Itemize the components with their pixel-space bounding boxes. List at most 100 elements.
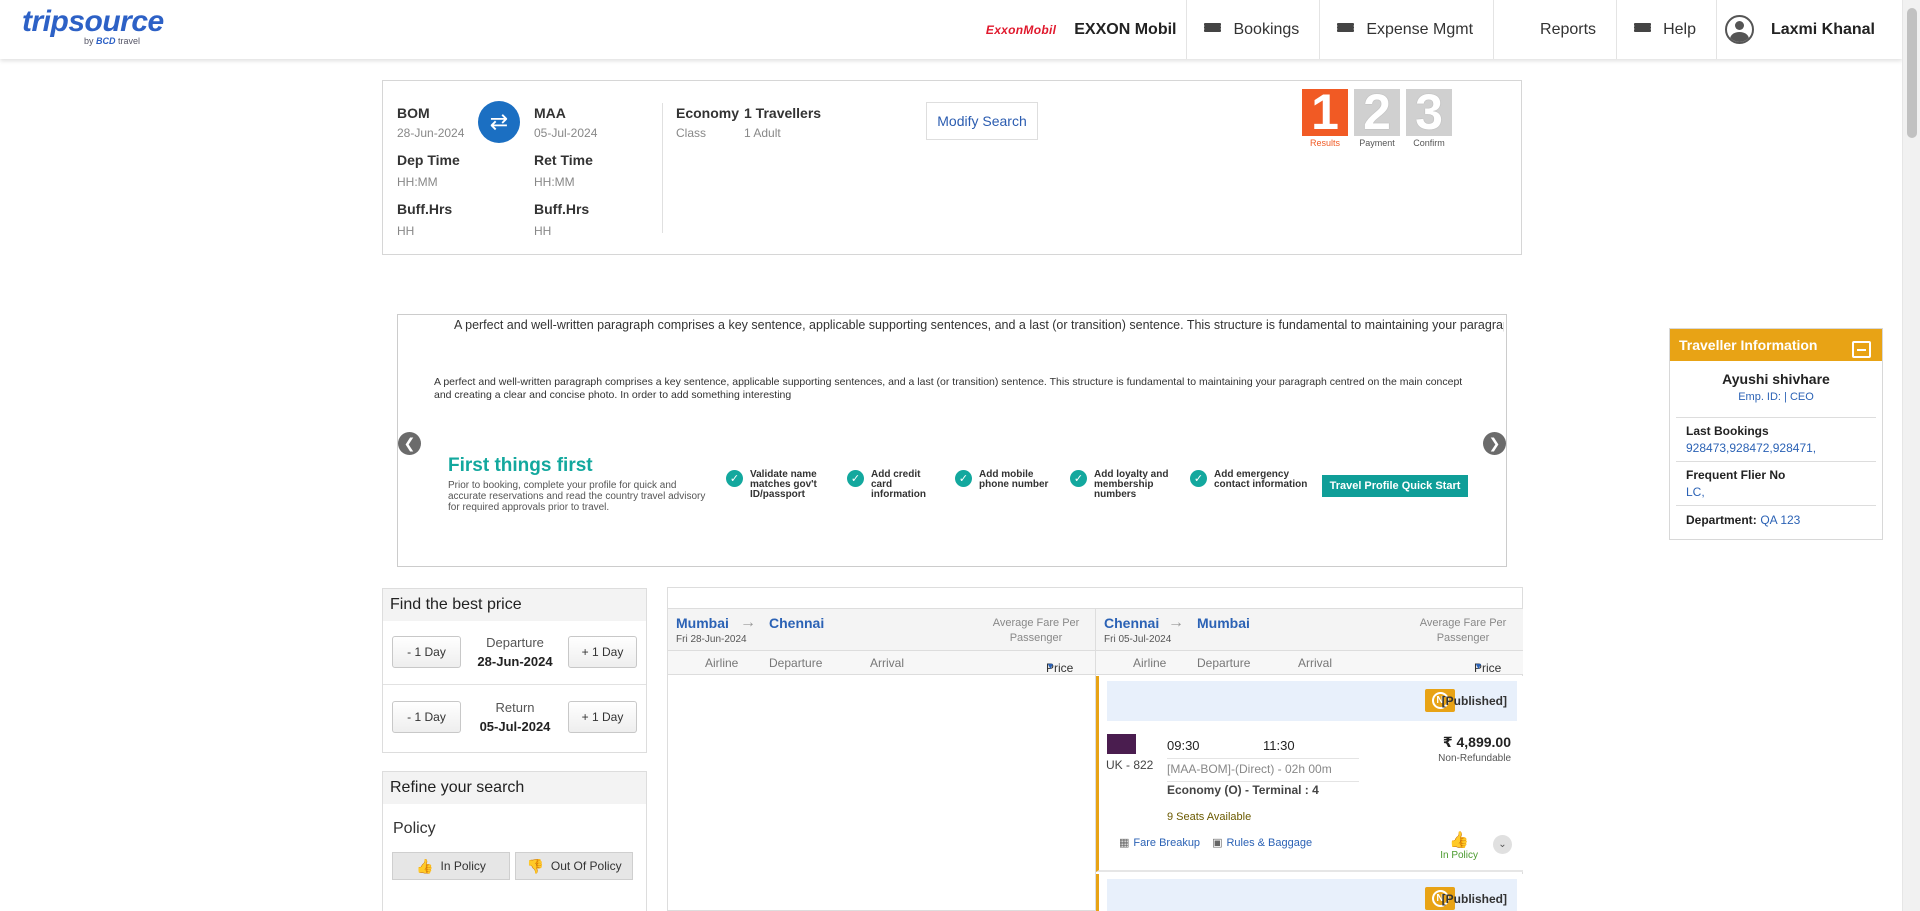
logo-wordmark: tripsource bbox=[22, 5, 164, 38]
sort-airline[interactable]: Airline bbox=[1133, 656, 1166, 670]
sort-departure[interactable]: Departure bbox=[1197, 656, 1250, 670]
refine-search-box: Refine your search Policy 👍 In Policy 👎 Ou… bbox=[382, 771, 647, 911]
flight-results: Mumbai → Chennai Fri 28-Jun-2024 Average… bbox=[667, 587, 1523, 911]
inbound-avg-fare-label: Average Fare Per Passenger bbox=[1419, 617, 1507, 644]
dep-time-value[interactable]: HH:MM bbox=[397, 175, 464, 189]
origin-date: 28-Jun-2024 bbox=[397, 126, 465, 140]
rules-baggage-link[interactable]: ▣ Rules & Baggage bbox=[1212, 836, 1312, 849]
department-row: Department: QA 123 bbox=[1676, 505, 1876, 533]
sort-arrival[interactable]: Arrival bbox=[870, 656, 904, 670]
collapse-icon[interactable] bbox=[1852, 341, 1871, 358]
company-name: EXXON Mobil bbox=[1074, 20, 1177, 38]
departure-plus-day-button[interactable]: + 1 Day bbox=[568, 636, 637, 668]
flight-number: UK - 822 bbox=[1106, 758, 1154, 772]
travel-profile-quick-start-button[interactable]: Travel Profile Quick Start bbox=[1322, 475, 1468, 497]
return-date: 05-Jul-2024 bbox=[479, 719, 551, 734]
thumbs-up-icon: 👍 bbox=[1449, 832, 1470, 849]
ret-time-value[interactable]: HH:MM bbox=[534, 175, 597, 189]
summary-divider bbox=[662, 103, 663, 233]
sort-arrival[interactable]: Arrival bbox=[1298, 656, 1332, 670]
step-payment: 2 Payment bbox=[1354, 87, 1400, 148]
card-links: ▦ Fare Breakup ▣ Rules & Baggage bbox=[1119, 836, 1312, 849]
bar-chart-icon bbox=[1511, 22, 1528, 37]
nav-bookings[interactable]: Bookings bbox=[1187, 0, 1321, 59]
return-shift-row: - 1 Day Return 05-Jul-2024 + 1 Day bbox=[383, 686, 646, 750]
expand-details-button[interactable]: ⌄ bbox=[1493, 835, 1512, 854]
ret-time-label: Ret Time bbox=[534, 152, 593, 168]
destination-date: 05-Jul-2024 bbox=[534, 126, 598, 140]
nav-help-label: Help bbox=[1663, 20, 1696, 38]
nav-reports[interactable]: Reports bbox=[1494, 0, 1618, 59]
top-header: tripsource by BCD travel ExxonMobil EXXO… bbox=[0, 0, 1902, 59]
return-center: Return 05-Jul-2024 bbox=[468, 700, 562, 734]
best-price-title: Find the best price bbox=[383, 589, 646, 621]
route-duration: [MAA-BOM]-(Direct) - 02h 00m bbox=[1167, 758, 1359, 782]
page-scrollbar[interactable] bbox=[1902, 0, 1920, 911]
modify-search-button[interactable]: Modify Search bbox=[926, 102, 1038, 140]
flight-card[interactable]: N [Published] bbox=[1096, 874, 1523, 911]
frequent-flier-label: Frequent Flier No bbox=[1686, 468, 1786, 482]
carousel-next-button[interactable]: ❯ bbox=[1483, 432, 1506, 455]
sort-airline[interactable]: Airline bbox=[705, 656, 738, 670]
scrollbar-thumb[interactable] bbox=[1907, 8, 1917, 138]
inbound-sort-bar: Airline Departure Arrival Price ▼ bbox=[1096, 651, 1523, 675]
swap-route-button[interactable]: ⇄ bbox=[478, 101, 520, 143]
inbound-date: Fri 05-Jul-2024 bbox=[1104, 634, 1172, 645]
banner-paragraph: A perfect and well-written paragraph com… bbox=[434, 376, 1463, 401]
chevron-down-icon: ⌄ bbox=[1498, 839, 1507, 850]
step-confirm: 3 Confirm bbox=[1406, 87, 1452, 148]
traveller-panel-header: Traveller Information bbox=[1670, 329, 1882, 361]
fare-type: [Published] bbox=[1441, 694, 1507, 708]
fare-breakup-link[interactable]: ▦ Fare Breakup bbox=[1119, 836, 1200, 849]
frequent-flier-row: Frequent Flier No LC, bbox=[1676, 461, 1876, 505]
nav-help[interactable]: Help bbox=[1617, 0, 1717, 59]
carousel-prev-button[interactable]: ❮ bbox=[398, 432, 421, 455]
menu-icon bbox=[1204, 23, 1222, 36]
swap-icon: ⇄ bbox=[489, 109, 509, 134]
traveller-name: Ayushi shivhare bbox=[1722, 371, 1830, 387]
user-avatar-icon bbox=[1724, 15, 1754, 44]
thumbs-up-icon: 👍 bbox=[416, 857, 434, 874]
check-icon: ✓ bbox=[1190, 470, 1207, 487]
booking-steps: 1 Results 2 Payment 3 Confirm bbox=[1302, 87, 1452, 148]
outbound-date: Fri 28-Jun-2024 bbox=[676, 634, 747, 645]
return-minus-day-button[interactable]: - 1 Day bbox=[392, 701, 461, 733]
fare-type: [Published] bbox=[1441, 892, 1507, 906]
step-number: 2 bbox=[1354, 87, 1400, 137]
outbound-sort-bar: Airline Departure Arrival Price ▼ bbox=[668, 651, 1096, 675]
fare-band: N [Published] bbox=[1107, 879, 1517, 911]
fare-band: N [Published] bbox=[1107, 681, 1517, 721]
in-policy-indicator: 👍 In Policy bbox=[1440, 832, 1478, 861]
profile-checklist: ✓ Validate name matches gov't ID/passport… bbox=[726, 470, 1322, 500]
sort-departure[interactable]: Departure bbox=[769, 656, 822, 670]
caret-down-icon: ▼ bbox=[1046, 661, 1055, 671]
in-policy-filter-button[interactable]: 👍 In Policy bbox=[392, 852, 510, 880]
arrival-time: 11:30 bbox=[1263, 738, 1295, 753]
last-bookings-value[interactable]: 928473,928472,928471, bbox=[1686, 441, 1876, 455]
calculator-icon: ▦ bbox=[1119, 837, 1130, 849]
inbound-to: Mumbai bbox=[1197, 615, 1250, 631]
nav-expense-mgmt[interactable]: Expense Mgmt bbox=[1320, 0, 1495, 59]
user-menu[interactable]: Laxmi Khanal bbox=[1717, 0, 1902, 59]
destination-block: MAA 05-Jul-2024 Ret Time HH:MM Buff.Hrs … bbox=[534, 105, 597, 238]
step-label: Results bbox=[1309, 138, 1340, 148]
ret-buffer-value[interactable]: HH bbox=[534, 224, 597, 238]
return-plus-day-button[interactable]: + 1 Day bbox=[568, 701, 637, 733]
step-number: 1 bbox=[1302, 87, 1348, 137]
dep-buffer-value[interactable]: HH bbox=[397, 224, 464, 238]
travellers-label: 1 Adult bbox=[744, 126, 781, 140]
tripsource-logo[interactable]: tripsource by BCD travel bbox=[22, 5, 164, 47]
cabin-terminal: Economy (O) - Terminal : 4 bbox=[1167, 783, 1319, 797]
price-amount: ₹ 4,899.00 bbox=[1442, 734, 1511, 750]
return-label: Return bbox=[495, 700, 535, 715]
departure-date: 28-Jun-2024 bbox=[477, 654, 553, 669]
menu-icon bbox=[1337, 23, 1355, 36]
outbound-results: Mumbai → Chennai Fri 28-Jun-2024 Average… bbox=[668, 608, 1096, 911]
flight-card[interactable]: N [Published] UK - 822 09:30 11:30 [MAA-… bbox=[1096, 676, 1523, 872]
departure-time: 09:30 bbox=[1167, 738, 1200, 753]
out-of-policy-filter-button[interactable]: 👎 Out Of Policy bbox=[515, 852, 633, 880]
info-banner-carousel: A perfect and well-written paragraph com… bbox=[397, 314, 1507, 567]
departure-minus-day-button[interactable]: - 1 Day bbox=[392, 636, 461, 668]
nav-reports-label: Reports bbox=[1540, 20, 1597, 38]
departure-label: Departure bbox=[486, 635, 544, 650]
